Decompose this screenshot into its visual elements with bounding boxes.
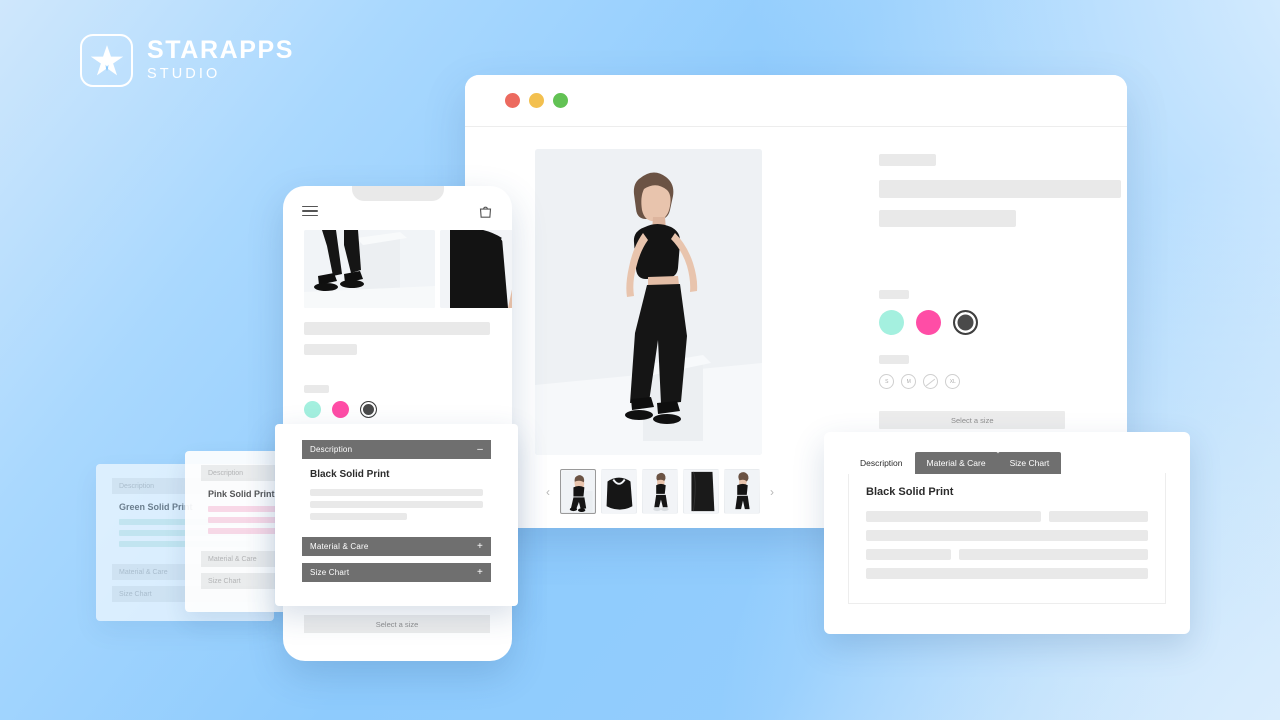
skeleton-price xyxy=(879,210,1017,227)
size-option-s[interactable]: S xyxy=(879,374,895,389)
accordion-header-description[interactable]: Description – xyxy=(302,440,491,459)
mobile-product-image-1[interactable] xyxy=(304,230,435,308)
skeleton-row xyxy=(866,511,1148,522)
skeleton-row xyxy=(866,568,1148,579)
logo-wordmark: STARAPPS STUDIO xyxy=(147,37,294,83)
shopping-bag-icon[interactable] xyxy=(478,204,493,219)
logo-badge xyxy=(80,34,133,87)
hamburger-icon[interactable] xyxy=(302,205,318,217)
color-swatch-pink[interactable] xyxy=(916,310,942,335)
tab-panel-description: Black Solid Print xyxy=(848,473,1166,604)
thumbnail-3[interactable] xyxy=(642,469,678,514)
skeleton-title xyxy=(304,322,490,335)
skeleton-line xyxy=(866,511,1041,522)
tab-description[interactable]: Description xyxy=(848,452,915,474)
size-option-xl[interactable]: XL xyxy=(945,374,961,389)
accordion-label: Description xyxy=(310,445,353,454)
section-label: Material & Care xyxy=(208,555,257,563)
tab-list[interactable]: Description Material & Care Size Chart xyxy=(848,452,1166,474)
skeleton-line xyxy=(866,568,1148,579)
skeleton-price xyxy=(304,344,357,355)
mobile-color-label xyxy=(304,385,329,393)
accordion-label: Size Chart xyxy=(310,568,350,577)
minus-icon: – xyxy=(477,443,483,455)
product-hero-image[interactable] xyxy=(535,149,762,455)
tab-material-care[interactable]: Material & Care xyxy=(914,452,998,474)
color-option-label xyxy=(879,290,910,299)
thumbnail-strip[interactable]: ‹ › xyxy=(541,469,832,514)
tab-size-chart[interactable]: Size Chart xyxy=(997,452,1062,474)
section-label: Description xyxy=(119,482,155,490)
accordion-card: Description – Black Solid Print Material… xyxy=(275,424,518,606)
mobile-select-a-size-button[interactable]: Select a size xyxy=(304,615,490,633)
star-icon xyxy=(89,43,125,79)
brand-logo: STARAPPS STUDIO xyxy=(80,34,294,87)
select-a-size-button[interactable]: Select a size xyxy=(879,411,1066,429)
skeleton-line xyxy=(310,513,407,520)
thumbnail-4[interactable] xyxy=(683,469,719,514)
size-option-m[interactable]: M xyxy=(901,374,917,389)
color-swatch-mint[interactable] xyxy=(304,401,321,418)
skeleton-row xyxy=(866,530,1148,541)
skeleton-line xyxy=(310,501,483,508)
tab-content-title: Black Solid Print xyxy=(866,486,954,498)
accordion-content-title: Black Solid Print xyxy=(310,469,390,480)
color-swatch-pink[interactable] xyxy=(332,401,349,418)
skeleton-line xyxy=(866,530,1148,541)
accordion-header-material[interactable]: Material & Care + xyxy=(302,537,491,556)
skeleton-row xyxy=(866,549,1148,560)
plus-icon: + xyxy=(476,566,483,578)
accordion-panel-description: Black Solid Print xyxy=(302,459,491,535)
window-titlebar xyxy=(465,75,1127,127)
brand-tagline: STUDIO xyxy=(147,66,221,83)
section-label: Material & Care xyxy=(119,568,168,576)
color-swatch-black[interactable] xyxy=(953,310,979,335)
skeleton-line xyxy=(310,489,483,496)
thumbnail-2[interactable] xyxy=(601,469,637,514)
skeleton-line xyxy=(866,549,951,560)
skeleton-line xyxy=(1048,511,1148,522)
color-swatch-mint[interactable] xyxy=(879,310,905,335)
size-selector-group[interactable]: S M L XL xyxy=(879,374,1127,389)
thumbnail-1[interactable] xyxy=(560,469,596,514)
mobile-color-swatch-group[interactable] xyxy=(304,401,491,418)
accordion-label: Material & Care xyxy=(310,542,369,551)
color-swatch-group[interactable] xyxy=(879,310,1127,335)
chevron-right-icon[interactable]: › xyxy=(765,484,779,500)
section-label: Description xyxy=(208,469,244,477)
section-label: Size Chart xyxy=(119,590,152,598)
size-option-l[interactable]: L xyxy=(923,374,939,389)
plus-icon: + xyxy=(476,540,483,552)
tab-card: Description Material & Care Size Chart B… xyxy=(824,432,1190,634)
device-notch xyxy=(351,186,444,201)
mobile-product-image-2[interactable] xyxy=(440,230,512,308)
product-gallery: ‹ › xyxy=(535,149,832,514)
skeleton-title xyxy=(879,180,1122,198)
section-label: Size Chart xyxy=(208,577,241,585)
skeleton-brand xyxy=(879,154,937,166)
chevron-left-icon[interactable]: ‹ xyxy=(541,484,555,500)
close-icon[interactable] xyxy=(505,93,520,108)
canvas-background: STARAPPS STUDIO Description Green Solid … xyxy=(0,0,1280,720)
size-option-label xyxy=(879,355,910,364)
thumbnail-5[interactable] xyxy=(724,469,760,514)
brand-name: STARAPPS xyxy=(147,36,295,65)
accordion-header-size-chart[interactable]: Size Chart + xyxy=(302,563,491,582)
color-swatch-black[interactable] xyxy=(360,401,377,418)
mobile-info xyxy=(283,308,512,418)
minimize-icon[interactable] xyxy=(529,93,544,108)
mobile-gallery[interactable] xyxy=(283,230,512,308)
maximize-icon[interactable] xyxy=(553,93,568,108)
skeleton-line xyxy=(958,549,1148,560)
